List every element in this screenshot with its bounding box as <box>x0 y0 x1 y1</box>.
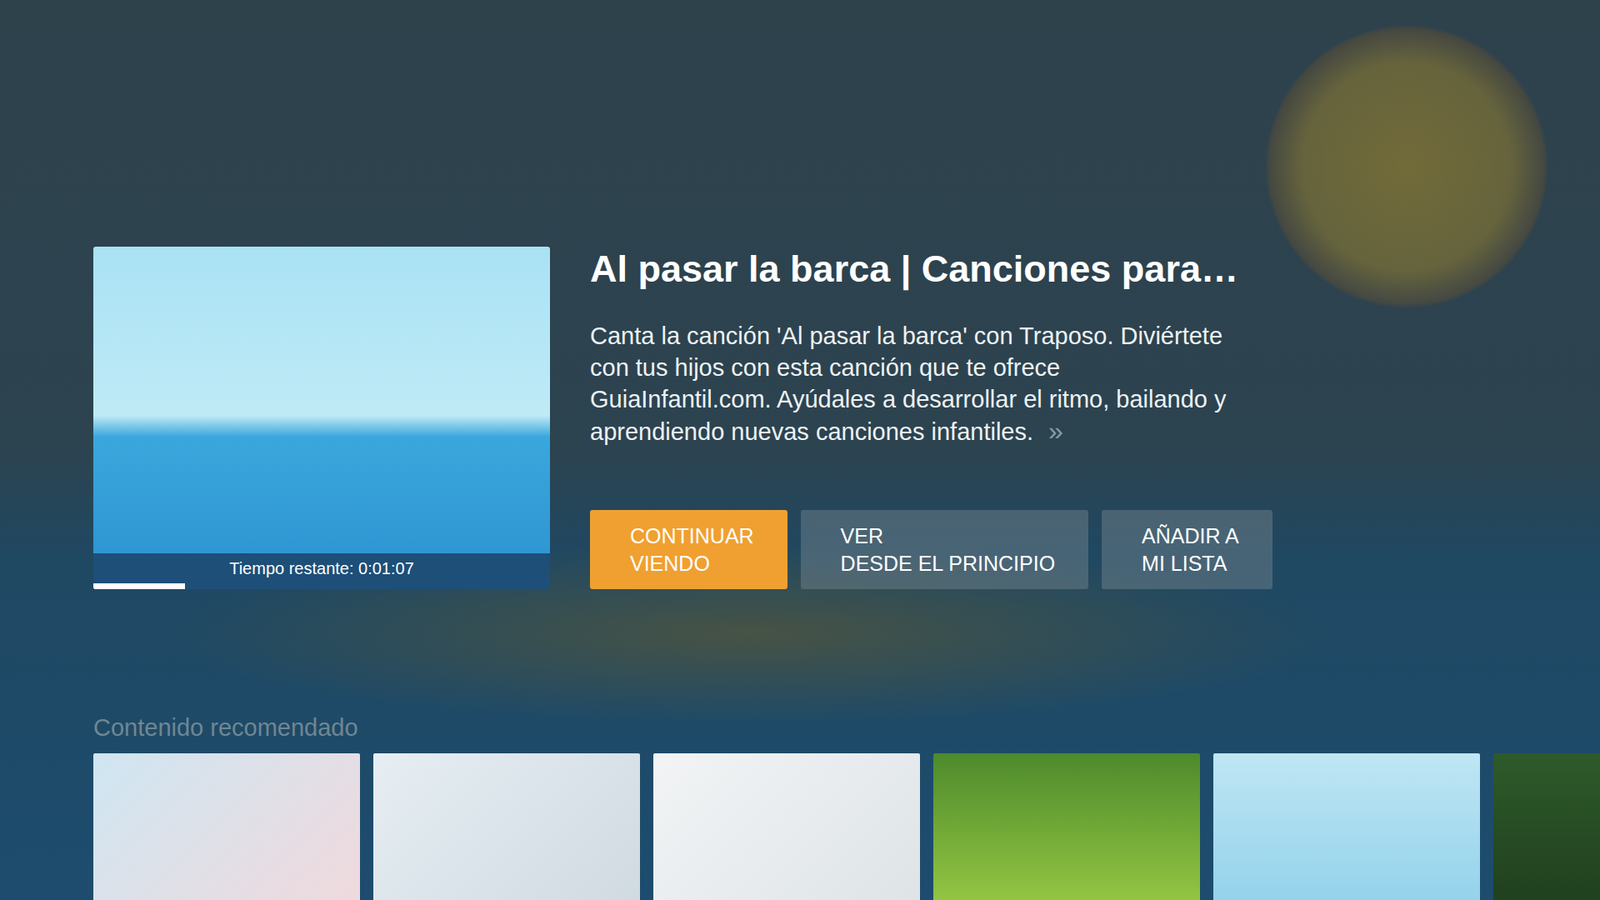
recommended-card[interactable] <box>1493 753 1600 900</box>
progress-track <box>93 583 550 590</box>
remaining-time-bar: Tiempo restante: 0:01:07 <box>93 553 550 584</box>
more-icon[interactable]: » <box>1048 415 1064 446</box>
action-label: MI LISTA <box>1141 550 1240 578</box>
recommended-section: Contenido recomendado <box>93 714 1600 900</box>
progress-fill <box>93 583 185 590</box>
recommended-row <box>93 753 1600 900</box>
remaining-time: Tiempo restante: 0:01:07 <box>229 559 415 579</box>
recommended-card[interactable] <box>653 753 920 900</box>
action-button[interactable]: CONTINUARVIENDO <box>590 510 788 590</box>
info-panel: Al pasar la barca | Canciones para… Canta… <box>590 246 1507 590</box>
recommended-card[interactable] <box>373 753 640 900</box>
action-label: CONTINUAR <box>630 522 755 550</box>
action-label: VER <box>840 522 1055 550</box>
thumbnail-picture <box>93 246 550 554</box>
details-screen: Tiempo restante: 0:01:07 Al pasar la barc… <box>0 0 1600 900</box>
recommended-card[interactable] <box>933 753 1200 900</box>
hero: Tiempo restante: 0:01:07 Al pasar la barc… <box>93 246 1600 590</box>
title: Al pasar la barca | Canciones para… <box>590 246 1507 292</box>
recommended-title: Contenido recomendado <box>93 714 1600 742</box>
recommended-card[interactable] <box>1213 753 1480 900</box>
action-label: AÑADIR A <box>1141 522 1240 550</box>
action-buttons: CONTINUARVIENDOVERDESDE EL PRINCIPIOAÑAD… <box>590 510 1507 590</box>
action-label: DESDE EL PRINCIPIO <box>840 550 1055 578</box>
action-label: VIENDO <box>630 550 755 578</box>
action-button[interactable]: AÑADIR AMI LISTA <box>1101 510 1273 590</box>
thumbnail-card[interactable]: Tiempo restante: 0:01:07 <box>93 246 550 590</box>
action-button[interactable]: VERDESDE EL PRINCIPIO <box>800 510 1089 590</box>
recommended-card[interactable] <box>93 753 360 900</box>
description: Canta la canción 'Al pasar la barca' con… <box>590 320 1240 448</box>
